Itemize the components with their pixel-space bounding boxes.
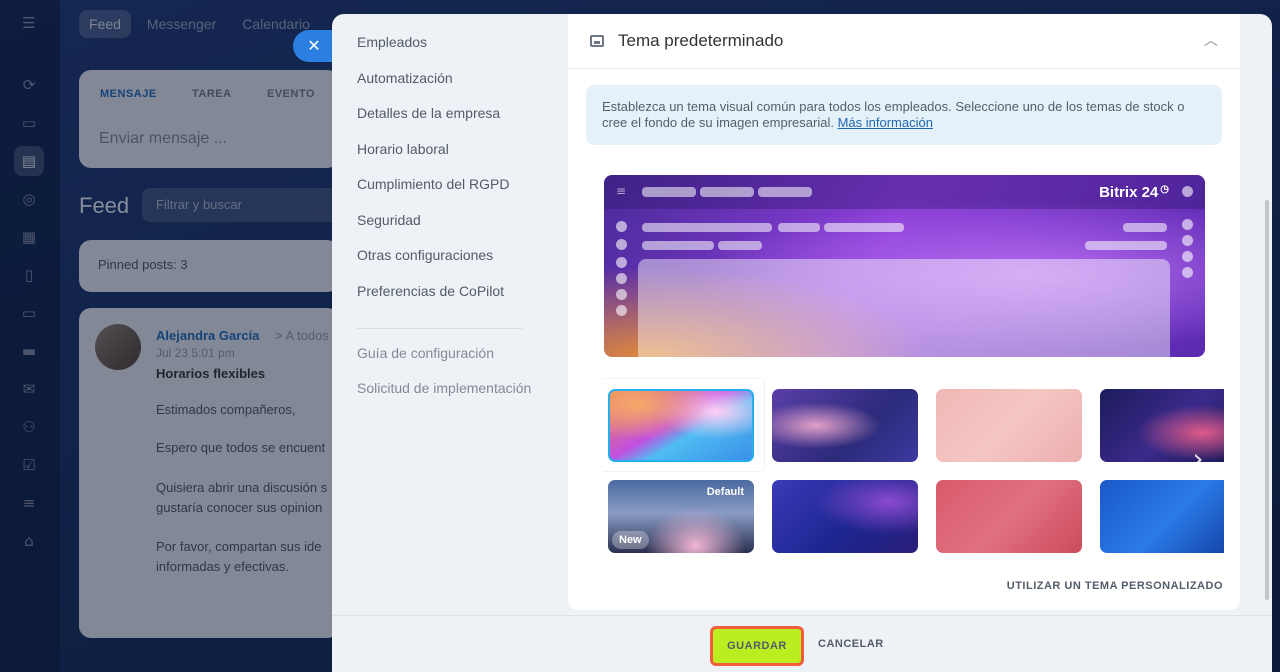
post-tab-task[interactable]: TAREA	[192, 88, 232, 100]
post-line: Por favor, compartan sus ide	[156, 539, 322, 554]
chat-icon[interactable]: ▭	[14, 108, 44, 138]
documents-icon[interactable]: ▯	[14, 260, 44, 290]
nav-item-copilot[interactable]: Preferencias de CoPilot	[357, 281, 557, 317]
contacts-icon[interactable]: ⚇	[14, 412, 44, 442]
nav-divider	[357, 328, 522, 329]
preview-window	[638, 259, 1170, 357]
tasks-icon[interactable]: ☑	[14, 450, 44, 480]
theme-section: Tema predeterminado ︿ Establezca un tema…	[568, 14, 1240, 610]
post-line: Quisiera abrir una discusión s	[156, 480, 328, 495]
post-recipient: > A todos l	[275, 328, 336, 343]
calendar-icon[interactable]: ▦	[14, 222, 44, 252]
crm-icon[interactable]: ▬	[14, 336, 44, 366]
boards-icon[interactable]: ▭	[14, 298, 44, 328]
store-icon[interactable]: ⌂	[14, 526, 44, 556]
nav-item-setup-guide[interactable]: Guía de configuración	[357, 343, 557, 378]
settings-panel: Empleados Automatización Detalles de la …	[332, 14, 1272, 672]
post-line: informadas y efectivas.	[156, 559, 289, 574]
post-title: Horarios flexibles	[156, 366, 266, 381]
avatar[interactable]	[95, 324, 141, 370]
filter-input[interactable]: Filtrar y buscar	[142, 188, 342, 222]
chevron-up-icon[interactable]: ︿	[1204, 30, 1218, 50]
message-input[interactable]: Enviar mensaje ...	[99, 130, 227, 148]
theme-thumb[interactable]	[936, 480, 1082, 553]
theme-thumb-selected[interactable]	[608, 389, 754, 462]
nav-item-gdpr[interactable]: Cumplimiento del RGPD	[357, 174, 557, 210]
feed-title: Feed	[79, 193, 130, 218]
pinned-posts[interactable]: Pinned posts: 3	[79, 240, 339, 292]
feed-post: Alejandra García > A todos l Jul 23 5:01…	[79, 308, 339, 638]
activity-icon[interactable]: ⟳	[14, 70, 44, 100]
theme-thumb[interactable]	[772, 389, 918, 462]
theme-thumb[interactable]	[1100, 480, 1224, 553]
theme-thumb-default[interactable]: Default New	[608, 480, 754, 553]
footer-bar: GUARDAR CANCELAR	[332, 615, 1272, 672]
nav-item-security[interactable]: Seguridad	[357, 210, 557, 246]
info-box: Establezca un tema visual común para tod…	[586, 85, 1222, 145]
tab-messenger[interactable]: Messenger	[137, 10, 226, 38]
post-line: Espero que todos se encuent	[156, 440, 326, 455]
post-author[interactable]: Alejandra García	[156, 328, 259, 343]
sites-icon[interactable]: ≡	[14, 488, 44, 518]
post-date: Jul 23 5:01 pm	[156, 346, 235, 360]
close-icon[interactable]: ✕	[293, 30, 333, 62]
theme-thumb[interactable]	[772, 480, 918, 553]
tab-feed[interactable]: Feed	[79, 10, 131, 38]
nav-item-work-hours[interactable]: Horario laboral	[357, 139, 557, 175]
left-rail: ☰ ⟳ ▭ ▤ ◎ ▦ ▯ ▭ ▬ ✉ ⚇ ☑ ≡ ⌂	[0, 0, 60, 672]
nav-item-employees[interactable]: Empleados	[357, 32, 557, 68]
post-composer: MENSAJE TAREA EVENTO Enviar mensaje ...	[79, 70, 339, 168]
section-title: Tema predeterminado	[618, 31, 784, 50]
cancel-button[interactable]: CANCELAR	[818, 638, 884, 650]
post-line: gustaría conocer sus opinion	[156, 500, 323, 515]
feed-icon[interactable]: ▤	[14, 146, 44, 176]
copilot-icon[interactable]: ◎	[14, 184, 44, 214]
pinned-label: Pinned posts: 3	[98, 257, 188, 272]
chevron-right-icon[interactable]: ›	[1178, 432, 1218, 484]
mail-icon[interactable]: ✉	[14, 374, 44, 404]
menu-icon: ≡	[616, 184, 627, 198]
theme-thumb[interactable]	[936, 389, 1082, 462]
nav-item-automation[interactable]: Automatización	[357, 68, 557, 104]
post-tab-message[interactable]: MENSAJE	[100, 88, 157, 100]
scrollbar[interactable]	[1265, 200, 1269, 600]
top-tabs: Feed Messenger Calendario	[79, 10, 320, 38]
post-tab-event[interactable]: EVENTO	[267, 88, 315, 100]
image-icon	[590, 35, 604, 47]
more-info-link[interactable]: Más información	[838, 115, 933, 130]
nav-item-other-settings[interactable]: Otras configuraciones	[357, 245, 557, 281]
new-badge: New	[612, 531, 649, 549]
nav-item-company-details[interactable]: Detalles de la empresa	[357, 103, 557, 139]
nav-item-implementation-request[interactable]: Solicitud de implementación	[357, 378, 557, 413]
theme-thumbnails: Default New	[604, 371, 1224, 553]
theme-preview: ≡ Bitrix 24 ◷	[604, 175, 1205, 357]
section-header[interactable]: Tema predeterminado ︿	[568, 14, 1240, 69]
menu-icon[interactable]: ☰	[14, 8, 44, 38]
default-badge: Default	[706, 486, 744, 498]
settings-nav: Empleados Automatización Detalles de la …	[357, 32, 557, 413]
custom-theme-link[interactable]: UTILIZAR UN TEMA PERSONALIZADO	[1007, 580, 1223, 592]
brand-logo: Bitrix 24 ◷	[1099, 184, 1169, 201]
post-line: Estimados compañeros,	[156, 402, 296, 417]
save-button[interactable]: GUARDAR	[710, 626, 804, 666]
